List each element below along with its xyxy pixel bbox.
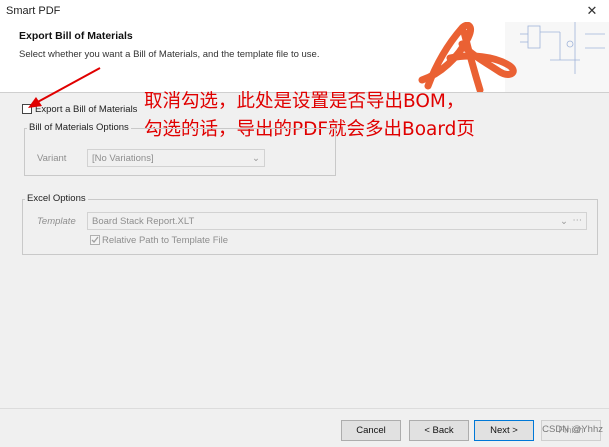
back-button[interactable]: < Back <box>409 420 469 441</box>
template-label: Template <box>37 216 76 227</box>
template-value: Board Stack Report.XLT <box>92 216 195 227</box>
close-icon[interactable]: ✕ <box>575 0 609 22</box>
annotation-arrow <box>28 67 101 108</box>
watermark: CSDN @Yhhz <box>542 424 603 435</box>
cancel-button[interactable]: Cancel <box>341 420 401 441</box>
next-button[interactable]: Next > <box>474 420 534 441</box>
checkmark-icon <box>91 236 99 243</box>
title-bar: Smart PDF ✕ <box>0 0 609 22</box>
variant-select[interactable]: [No Variations] ⌄ <box>87 149 265 167</box>
page-title: Export Bill of Materials <box>19 30 133 42</box>
relative-path-checkbox[interactable] <box>90 235 100 245</box>
bom-options-group-title: Bill of Materials Options <box>27 122 131 133</box>
excel-options-group-title: Excel Options <box>25 193 88 204</box>
chevron-down-icon: ⌄ <box>252 153 260 164</box>
variant-label: Variant <box>37 153 67 164</box>
pdf-logo-icon <box>418 22 609 92</box>
button-bar: Cancel < Back Next > Finish <box>0 408 609 447</box>
page-subtitle: Select whether you want a Bill of Materi… <box>19 49 320 60</box>
browse-ellipsis-icon[interactable]: ⋯ <box>573 215 583 226</box>
chevron-down-icon: ⌄ <box>560 216 568 227</box>
relative-path-label: Relative Path to Template File <box>102 235 229 246</box>
variant-value: [No Variations] <box>92 153 154 164</box>
annotation-line-1: 取消勾选，此处是设置是否导出BOM， <box>144 91 465 112</box>
window-title: Smart PDF <box>6 5 61 17</box>
template-combobox[interactable]: Board Stack Report.XLT ⌄ ⋯ <box>87 212 587 230</box>
